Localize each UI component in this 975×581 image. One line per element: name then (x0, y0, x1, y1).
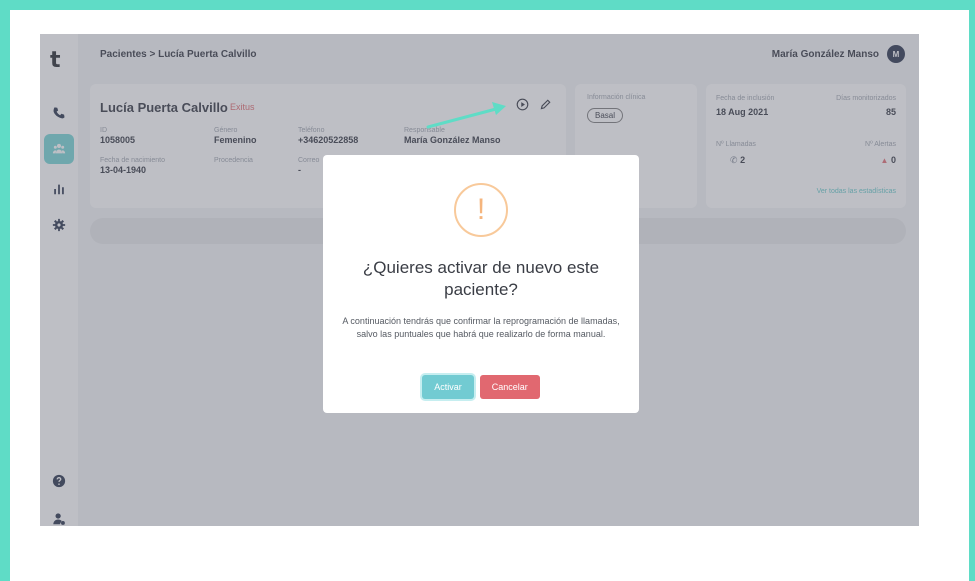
app-window: t Pacientes > Lucía Puerta Calvillo Marí… (40, 34, 919, 526)
dialog-message: A continuación tendrás que confirmar la … (342, 316, 620, 339)
activate-button[interactable]: Activar (422, 375, 474, 399)
dialog-title: ¿Quieres activar de nuevo este paciente? (362, 258, 600, 299)
cancel-button[interactable]: Cancelar (479, 375, 540, 399)
confirm-dialog: ! ¿Quieres activar de nuevo este pacient… (323, 155, 639, 413)
warning-icon: ! (454, 183, 508, 237)
dialog-buttons: Activar Cancelar (323, 375, 639, 399)
